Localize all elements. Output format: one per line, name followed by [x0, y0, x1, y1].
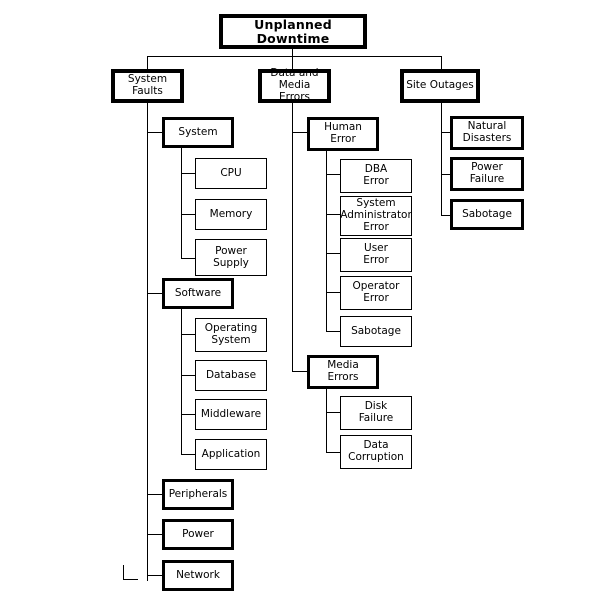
- node-data-and-media-errors[interactable]: Data and Media Errors: [258, 67, 331, 103]
- node-human-error[interactable]: Human Error: [307, 117, 379, 151]
- connector-software-spine: [181, 309, 182, 455]
- connector-stub-user-error: [326, 253, 341, 254]
- connector-stub-memory: [181, 214, 196, 215]
- node-unplanned-downtime[interactable]: Unplanned Downtime: [219, 14, 367, 49]
- connector-stub-operating-system: [181, 334, 196, 335]
- node-operating-system[interactable]: Operating System: [195, 318, 267, 352]
- connector-stub-media-errors: [292, 371, 308, 372]
- node-middleware[interactable]: Middleware: [195, 399, 267, 430]
- connector-stub-dba-error: [326, 174, 341, 175]
- connector-human-error-spine: [326, 151, 327, 332]
- node-power[interactable]: Power: [162, 519, 234, 550]
- connector-stub-application: [181, 454, 196, 455]
- connector-stub-operator-error: [326, 292, 341, 293]
- node-system-faults[interactable]: System Faults: [111, 69, 184, 103]
- page-corner-mark: [123, 565, 138, 580]
- connector-stub-power-supply: [181, 258, 196, 259]
- connector-stub-disk-failure: [326, 412, 341, 413]
- node-application[interactable]: Application: [195, 439, 267, 470]
- node-power-supply[interactable]: Power Supply: [195, 239, 267, 276]
- connector-stub-database: [181, 375, 196, 376]
- node-sabotage-human-error[interactable]: Sabotage: [340, 316, 412, 347]
- connector-system-spine: [181, 148, 182, 259]
- node-cpu[interactable]: CPU: [195, 158, 267, 189]
- connector-root-to-site-outages: [441, 56, 442, 69]
- diagram-canvas: Unplanned Downtime System Faults Data an…: [0, 0, 600, 602]
- connector-media-errors-spine: [326, 389, 327, 453]
- connector-stub-human-error: [292, 132, 308, 133]
- connector-stub-software: [147, 293, 163, 294]
- connector-root-bus: [147, 56, 441, 57]
- node-natural-disasters[interactable]: Natural Disasters: [450, 116, 524, 150]
- connector-stub-data-corruption: [326, 452, 341, 453]
- connector-site-outages-spine: [441, 103, 442, 215]
- node-media-errors[interactable]: Media Errors: [307, 355, 379, 389]
- connector-stub-peripherals: [147, 494, 163, 495]
- connector-data-media-spine: [292, 103, 293, 371]
- connector-stub-cpu: [181, 173, 196, 174]
- node-peripherals[interactable]: Peripherals: [162, 479, 234, 510]
- node-power-failure[interactable]: Power Failure: [450, 157, 524, 191]
- connector-stub-system: [147, 132, 163, 133]
- node-network[interactable]: Network: [162, 560, 234, 591]
- connector-root-to-system-faults: [147, 56, 148, 69]
- node-operator-error[interactable]: Operator Error: [340, 276, 412, 310]
- connector-system-faults-spine: [147, 103, 148, 581]
- connector-stub-sabotage-human: [326, 331, 341, 332]
- node-software[interactable]: Software: [162, 278, 234, 309]
- node-data-corruption[interactable]: Data Corruption: [340, 435, 412, 469]
- node-database[interactable]: Database: [195, 360, 267, 391]
- node-site-outages[interactable]: Site Outages: [400, 69, 480, 103]
- node-disk-failure[interactable]: Disk Failure: [340, 396, 412, 430]
- connector-stub-network: [147, 575, 163, 576]
- connector-stub-power: [147, 534, 163, 535]
- node-system-administrator-error[interactable]: System Administrator Error: [340, 196, 412, 236]
- node-system[interactable]: System: [162, 117, 234, 148]
- node-dba-error[interactable]: DBA Error: [340, 159, 412, 193]
- node-sabotage-site-outages[interactable]: Sabotage: [450, 199, 524, 230]
- connector-stub-middleware: [181, 414, 196, 415]
- node-memory[interactable]: Memory: [195, 199, 267, 230]
- connector-stub-system-administrator-error: [326, 214, 341, 215]
- node-user-error[interactable]: User Error: [340, 238, 412, 272]
